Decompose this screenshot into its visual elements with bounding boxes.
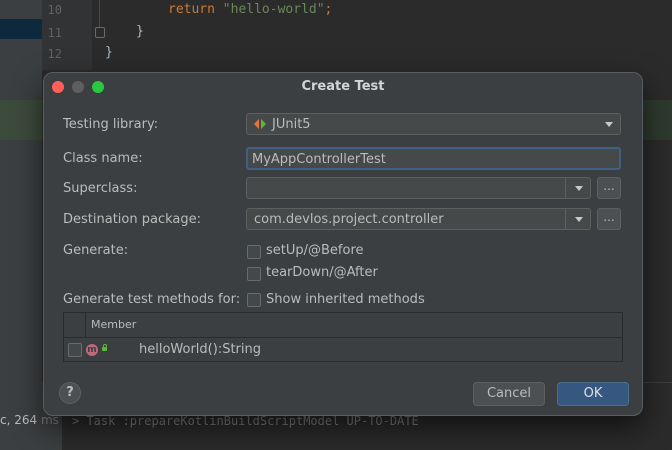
member-table: Member m helloWorld():String	[63, 312, 623, 362]
destination-package-value: com.devlos.project.controller	[254, 212, 444, 227]
superclass-label: Superclass:	[63, 181, 138, 196]
class-name-label: Class name:	[63, 151, 143, 166]
setup-checkbox[interactable]	[247, 245, 261, 259]
code-string: "hello-world"	[222, 2, 325, 17]
cancel-button[interactable]: Cancel	[473, 382, 545, 406]
destination-browse-button[interactable]: ...	[597, 208, 621, 230]
project-selected-row[interactable]	[0, 19, 42, 39]
table-row[interactable]: m helloWorld():String	[64, 338, 622, 362]
combo-separator	[565, 178, 566, 198]
line-number: 10	[47, 3, 62, 17]
fold-icon[interactable]	[95, 27, 105, 38]
dialog-title: Create Test	[301, 79, 385, 94]
class-name-field[interactable]	[246, 147, 621, 170]
teardown-label[interactable]: tearDown/@After	[266, 265, 378, 280]
fold-guide	[99, 0, 100, 27]
code-line-12[interactable]: }	[105, 45, 113, 60]
table-header: Member	[64, 313, 622, 338]
line-number: 12	[47, 47, 62, 61]
testing-library-dropdown[interactable]: JUnit5	[246, 113, 621, 135]
chevron-down-icon[interactable]	[575, 217, 583, 222]
method-icon: m	[86, 344, 98, 356]
project-highlight-row	[0, 100, 42, 140]
member-column-header[interactable]: Member	[91, 318, 136, 331]
show-inherited-checkbox[interactable]	[247, 293, 261, 307]
combo-separator	[565, 209, 566, 229]
method-name: helloWorld():String	[139, 342, 261, 357]
code-keyword: return	[168, 2, 215, 17]
header-check-column[interactable]	[64, 313, 86, 337]
generate-label: Generate:	[63, 243, 129, 258]
chevron-down-icon	[605, 122, 613, 127]
testing-library-label: Testing library:	[63, 117, 159, 132]
superclass-combo[interactable]	[246, 177, 591, 199]
code-line-11[interactable]: }	[136, 24, 144, 39]
build-task-output: > Task :prepareKotlinBuildScriptModel UP…	[72, 414, 419, 428]
code-semicolon: ;	[324, 2, 333, 17]
junit-icon	[254, 119, 266, 130]
testing-library-value: JUnit5	[272, 117, 311, 132]
line-number: 11	[47, 26, 62, 40]
help-button[interactable]: ?	[59, 382, 81, 404]
setup-label[interactable]: setUp/@Before	[266, 243, 364, 258]
class-name-input[interactable]	[252, 150, 612, 168]
destination-package-combo[interactable]: com.devlos.project.controller	[246, 208, 591, 230]
code-line-10[interactable]: return "hello-world";	[168, 2, 332, 17]
show-inherited-label[interactable]: Show inherited methods	[266, 292, 425, 307]
public-lock-icon	[102, 344, 107, 351]
chevron-down-icon[interactable]	[575, 186, 583, 191]
teardown-checkbox[interactable]	[247, 267, 261, 281]
create-test-dialog: Create Test Testing library: JUnit5 Clas…	[43, 72, 643, 416]
member-checkbox[interactable]	[68, 343, 82, 357]
dialog-titlebar[interactable]: Create Test	[44, 73, 642, 101]
superclass-browse-button[interactable]: ...	[597, 177, 621, 199]
destination-package-label: Destination package:	[63, 212, 201, 227]
test-methods-label: Generate test methods for:	[63, 292, 241, 307]
ok-button[interactable]: OK	[557, 382, 629, 406]
